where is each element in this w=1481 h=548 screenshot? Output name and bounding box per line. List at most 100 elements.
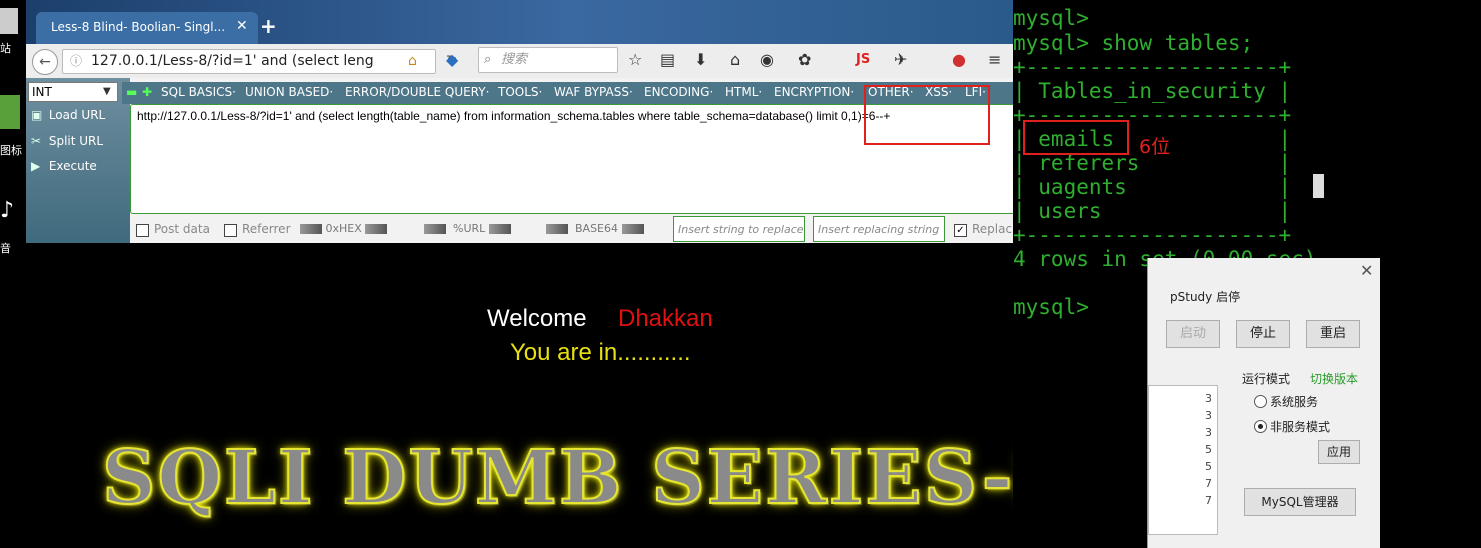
search-box[interactable]: ⌕ 搜索: [478, 47, 618, 73]
terminal-line: mysql>: [1013, 6, 1089, 30]
navigation-bar: ← ⓘ 127.0.0.1/Less-8/?id=1' and (select …: [26, 44, 1013, 78]
download-icon[interactable]: ⬇: [694, 50, 707, 69]
system-service-label: 系统服务: [1270, 395, 1319, 409]
close-icon[interactable]: ✕: [1360, 261, 1373, 280]
game-shortcut-icon[interactable]: [0, 95, 20, 129]
menu-union-based[interactable]: UNION BASED·: [245, 85, 333, 99]
url-encode-label: %URL: [453, 222, 486, 235]
type-select[interactable]: INT ▼: [28, 82, 118, 102]
base64-label: BASE64: [575, 222, 619, 235]
desktop-strip: 站 图标 ♪ 音: [0, 0, 26, 548]
menu-html[interactable]: HTML·: [725, 85, 762, 99]
desktop-label: 站: [0, 42, 11, 55]
hackbar-options-row: Post data Referrer 0xHEX %URL BASE64 Ins…: [130, 216, 1013, 243]
search-icon: ⌕: [484, 52, 492, 67]
menu-error-double-query[interactable]: ERROR/DOUBLE QUERY·: [345, 85, 489, 99]
menu-tools[interactable]: TOOLS·: [498, 85, 542, 99]
arrow-right-icon[interactable]: [621, 224, 644, 234]
arrow-right-icon[interactable]: [365, 224, 388, 234]
post-data-checkbox[interactable]: [136, 224, 149, 237]
user-name: Dhakkan: [618, 305, 713, 332]
chevron-down-icon: ▼: [103, 86, 111, 97]
desktop-label: 图标: [0, 144, 22, 157]
menu-encoding[interactable]: ENCODING·: [644, 85, 713, 99]
start-button[interactable]: 启动: [1166, 320, 1220, 348]
page-content: Welcome Dhakkan You are in........... SQ…: [26, 243, 1013, 548]
desktop-shortcut-icon[interactable]: [0, 8, 18, 34]
split-url-label: Split URL: [48, 134, 104, 148]
replace-all-checkbox[interactable]: ✓: [954, 224, 967, 237]
menu-sql-basics[interactable]: SQL BASICS·: [161, 85, 236, 99]
load-icon: ▣: [31, 108, 43, 122]
addon-icon[interactable]: ◉: [760, 50, 774, 69]
switch-version-link[interactable]: 切换版本: [1310, 370, 1358, 387]
url-encoder[interactable]: %URL: [424, 222, 511, 235]
status-message: You are in...........: [510, 339, 691, 366]
reading-list-icon[interactable]: ▤: [660, 50, 675, 69]
bookmark-star-icon[interactable]: ☆: [628, 50, 642, 69]
home-icon[interactable]: ⌂: [408, 50, 417, 73]
hackbar-sidebar: INT ▼ ▣ Load URL ✂ Split URL ▶ Execute: [26, 78, 130, 243]
record-icon[interactable]: ●: [952, 50, 966, 69]
list-item: 7: [1205, 494, 1212, 507]
load-url-button[interactable]: ▣ Load URL: [31, 105, 105, 125]
scissors-icon: ✂: [31, 134, 42, 148]
replace-string-input[interactable]: Insert string to replace: [673, 216, 805, 242]
minus-icon[interactable]: ▬: [126, 85, 137, 99]
terminal-line: +--------------------+: [1013, 55, 1292, 79]
menu-waf-bypass[interactable]: WAF BYPASS·: [554, 85, 633, 99]
plus-icon[interactable]: ✚: [142, 85, 152, 99]
tab-title: Less-8 Blind- Boolian- Singl...: [51, 20, 226, 34]
base64-encoder[interactable]: BASE64: [546, 222, 644, 235]
phpstudy-window: ✕ pStudy 启停 启动 停止 重启 3 3 3 5 5 7 7 运行模式 …: [1147, 258, 1380, 548]
type-select-value: INT: [32, 85, 52, 99]
hex-encoder[interactable]: 0xHEX: [300, 222, 388, 235]
version-list[interactable]: 3 3 3 5 5 7 7: [1148, 385, 1218, 535]
search-input[interactable]: 搜索: [501, 48, 527, 72]
palette-icon[interactable]: ✿: [798, 50, 811, 69]
arrow-right-icon[interactable]: [488, 224, 511, 234]
browser-tab[interactable]: Less-8 Blind- Boolian- Singl... ✕: [36, 12, 258, 44]
restart-button[interactable]: 重启: [1306, 320, 1360, 348]
non-service-radio[interactable]: [1254, 420, 1267, 433]
bird-icon[interactable]: ◆: [446, 50, 458, 69]
execute-label: Execute: [48, 159, 97, 173]
js-icon[interactable]: JS: [856, 52, 870, 67]
stop-button[interactable]: 停止: [1236, 320, 1290, 348]
home-button-icon[interactable]: ⌂: [730, 50, 740, 69]
referrer-checkbox[interactable]: [224, 224, 237, 237]
back-button[interactable]: ←: [32, 49, 58, 75]
address-text: 127.0.0.1/Less-8/?id=1' and (select leng: [91, 53, 374, 69]
run-mode-label: 运行模式: [1242, 372, 1291, 386]
replacing-string-input[interactable]: Insert replacing string: [813, 216, 945, 242]
address-bar[interactable]: ⓘ 127.0.0.1/Less-8/?id=1' and (select le…: [62, 49, 458, 74]
tab-close-icon[interactable]: ✕: [236, 18, 248, 34]
list-item: 3: [1205, 392, 1212, 405]
arrow-left-icon[interactable]: [546, 224, 568, 234]
tiktok-icon[interactable]: ♪: [0, 198, 26, 224]
play-icon: ▶: [31, 159, 41, 173]
list-item: 5: [1205, 443, 1212, 456]
mysql-manager-button[interactable]: MySQL管理器: [1244, 488, 1356, 516]
split-url-button[interactable]: ✂ Split URL: [31, 131, 103, 151]
menu-icon[interactable]: ≡: [988, 50, 1001, 69]
arrow-left-icon[interactable]: [300, 224, 322, 234]
hex-label: 0xHEX: [325, 222, 362, 235]
new-tab-button[interactable]: +: [260, 14, 277, 38]
tools-icon[interactable]: ✈: [894, 50, 907, 69]
menu-encryption[interactable]: ENCRYPTION·: [774, 85, 854, 99]
info-icon[interactable]: ⓘ: [70, 50, 82, 73]
list-item: 7: [1205, 477, 1212, 490]
terminal-line: mysql>: [1013, 295, 1089, 319]
terminal-line: | users |: [1013, 199, 1292, 223]
terminal-line: | Tables_in_security |: [1013, 79, 1292, 103]
replace-all-label: Replace All: [972, 222, 1012, 236]
arrow-left-icon[interactable]: [424, 224, 446, 234]
desktop-label: 音: [0, 242, 11, 255]
highlight-box-limit: [864, 85, 990, 145]
system-service-radio[interactable]: [1254, 395, 1267, 408]
list-item: 3: [1205, 426, 1212, 439]
non-service-label: 非服务模式: [1270, 420, 1331, 434]
execute-button[interactable]: ▶ Execute: [31, 156, 97, 176]
apply-button[interactable]: 应用: [1318, 440, 1360, 464]
